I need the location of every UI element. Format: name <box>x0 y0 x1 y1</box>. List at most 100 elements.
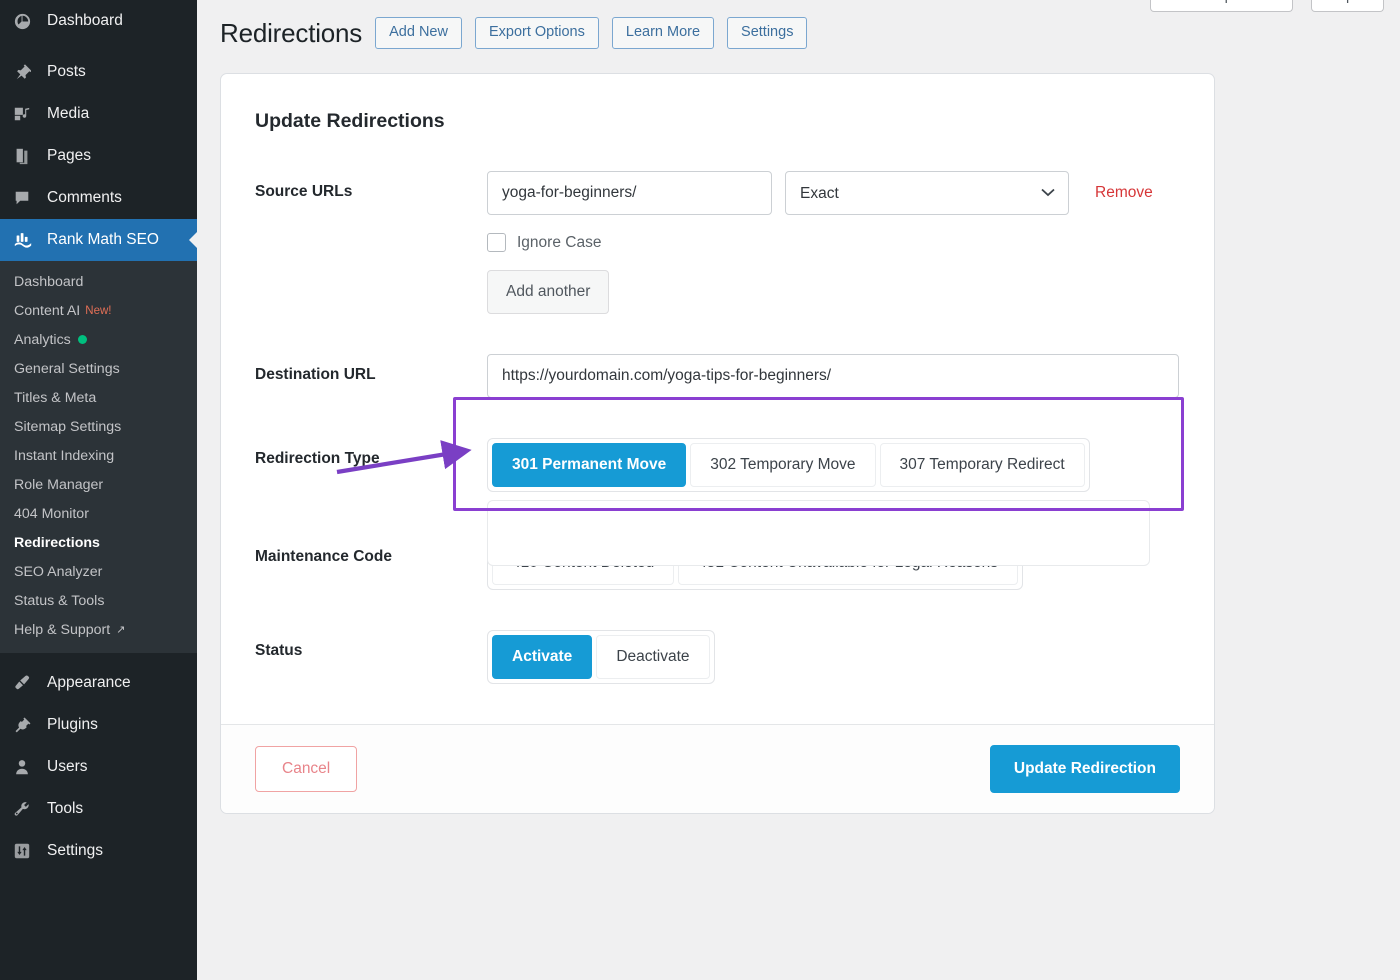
sidebar-subitem-label: General Settings <box>14 360 120 377</box>
external-link-icon: ↗ <box>116 624 126 636</box>
sidebar-item-label: Comments <box>47 189 122 206</box>
sidebar-item-settings[interactable]: Settings <box>0 830 197 872</box>
sidebar-item-label: Posts <box>47 63 86 80</box>
pin-icon <box>13 62 39 82</box>
sidebar-item-label: Media <box>47 105 90 122</box>
sidebar-item-plugins[interactable]: Plugins <box>0 704 197 746</box>
sidebar-subitem-label: Analytics <box>14 331 71 348</box>
sidebar-top-group: Dashboard Posts Media Pages Comments Ran… <box>0 0 197 261</box>
user-icon <box>13 757 39 777</box>
sidebar-subitem-label: Instant Indexing <box>14 447 115 464</box>
comment-icon <box>13 188 39 208</box>
sidebar-item-dashboard[interactable]: Dashboard <box>0 0 197 42</box>
sidebar-subitem-redirections[interactable]: Redirections <box>0 528 197 557</box>
obscured-option-group <box>487 500 1150 566</box>
card-footer: Cancel Update Redirection <box>221 724 1214 813</box>
cancel-button[interactable]: Cancel <box>255 746 358 792</box>
sidebar-item-label: Rank Math SEO <box>47 231 159 248</box>
sidebar-item-posts[interactable]: Posts <box>0 51 197 93</box>
page-title: Redirections <box>220 17 363 48</box>
sidebar-divider <box>0 42 197 51</box>
source-url-input[interactable] <box>487 171 772 215</box>
sidebar-subitem-label: SEO Analyzer <box>14 563 103 580</box>
learn-more-button[interactable]: Learn More <box>611 16 715 50</box>
sidebar-subitem-titles-meta[interactable]: Titles & Meta <box>0 383 197 412</box>
destination-url-input[interactable] <box>487 354 1179 398</box>
sidebar-item-label: Appearance <box>47 674 131 691</box>
update-redirections-card: Update Redirections Source URLs Exact <box>220 73 1215 814</box>
sidebar-item-pages[interactable]: Pages <box>0 135 197 177</box>
status-group: Activate Deactivate <box>487 630 715 684</box>
status-row: Status Activate Deactivate <box>255 630 1180 684</box>
sidebar-subitem-general-settings[interactable]: General Settings <box>0 354 197 383</box>
sidebar-subitem-instant-indexing[interactable]: Instant Indexing <box>0 441 197 470</box>
maintenance-code-label: Maintenance Code <box>255 548 392 565</box>
update-redirection-button[interactable]: Update Redirection <box>989 745 1180 793</box>
ignore-case-row: Ignore Case <box>487 233 1180 252</box>
sidebar-subitem-analytics[interactable]: Analytics <box>0 325 197 354</box>
sliders-icon <box>13 841 39 861</box>
sidebar-item-users[interactable]: Users <box>0 746 197 788</box>
sidebar-item-label: Settings <box>47 842 104 859</box>
redirect-302-button[interactable]: 302 Temporary Move <box>690 443 876 487</box>
sidebar-subitem-label: Dashboard <box>14 273 84 290</box>
match-type-select-wrapper: Exact <box>785 171 1069 215</box>
sidebar-subitem-label: Status & Tools <box>14 592 105 609</box>
dashboard-icon <box>13 11 39 31</box>
sidebar-subitem-dashboard[interactable]: Dashboard <box>0 267 197 296</box>
remove-source-url-link[interactable]: Remove <box>1095 184 1153 202</box>
card-title: Update Redirections <box>255 110 445 132</box>
sidebar-subitem-help-support[interactable]: Help & Support ↗ <box>0 615 197 644</box>
chevron-down-icon: ▼ <box>1361 0 1371 2</box>
admin-sidebar: Dashboard Posts Media Pages Comments Ran… <box>0 0 197 980</box>
sidebar-item-media[interactable]: Media <box>0 93 197 135</box>
status-field: Activate Deactivate <box>487 630 1180 684</box>
sidebar-subitem-status-tools[interactable]: Status & Tools <box>0 586 197 615</box>
activate-button[interactable]: Activate <box>492 635 593 679</box>
new-badge: New! <box>85 304 112 317</box>
ignore-case-label: Ignore Case <box>517 233 602 251</box>
pages-icon <box>13 146 39 166</box>
redirection-type-stack: 301 Permanent Move 302 Temporary Move 30… <box>336 397 1184 511</box>
redirection-type-group: 301 Permanent Move 302 Temporary Move 30… <box>487 438 1090 492</box>
sidebar-subitem-sitemap-settings[interactable]: Sitemap Settings <box>0 412 197 441</box>
plug-icon <box>13 715 39 735</box>
sidebar-item-label: Plugins <box>47 716 98 733</box>
match-type-select[interactable]: Exact <box>785 171 1069 215</box>
sidebar-subitem-content-ai[interactable]: Content AI New! <box>0 296 197 325</box>
sidebar-item-label: Users <box>47 758 88 775</box>
status-dot-icon <box>77 335 87 344</box>
settings-button[interactable]: Settings <box>727 16 808 50</box>
media-icon <box>13 104 39 124</box>
sidebar-item-rank-math-seo[interactable]: Rank Math SEO <box>0 219 197 261</box>
sidebar-item-comments[interactable]: Comments <box>0 177 197 219</box>
rank-math-submenu: Dashboard Content AI New! Analytics Gene… <box>0 261 197 653</box>
sidebar-subitem-label: Titles & Meta <box>14 389 97 406</box>
redirect-307-button[interactable]: 307 Temporary Redirect <box>879 443 1085 487</box>
export-options-button[interactable]: Export Options <box>474 16 599 50</box>
source-urls-row: Source URLs Exact <box>255 171 1180 314</box>
help-button[interactable]: Help ▼ <box>1311 0 1384 12</box>
sidebar-divider <box>0 653 197 662</box>
wrench-icon <box>13 799 39 819</box>
source-urls-label: Source URLs <box>255 183 353 200</box>
sidebar-subitem-role-manager[interactable]: Role Manager <box>0 470 197 499</box>
status-label: Status <box>255 642 303 659</box>
main-content: Screen Options ▼ Help ▼ Redirections Add… <box>197 0 1400 980</box>
sidebar-item-label: Dashboard <box>47 12 123 29</box>
deactivate-button[interactable]: Deactivate <box>596 635 710 679</box>
sidebar-item-appearance[interactable]: Appearance <box>0 662 197 704</box>
screen-options-button[interactable]: Screen Options ▼ <box>1150 0 1294 12</box>
add-another-button[interactable]: Add another <box>487 270 610 314</box>
add-new-button[interactable]: Add New <box>375 16 462 50</box>
chevron-down-icon: ▼ <box>1270 0 1280 2</box>
sidebar-item-tools[interactable]: Tools <box>0 788 197 830</box>
destination-url-field <box>487 354 1180 398</box>
sidebar-subitem-404-monitor[interactable]: 404 Monitor <box>0 499 197 528</box>
sidebar-subitem-label: Help & Support <box>14 621 111 638</box>
ignore-case-checkbox[interactable] <box>487 233 506 252</box>
rank-math-icon <box>13 230 39 250</box>
brush-icon <box>13 673 39 693</box>
sidebar-subitem-seo-analyzer[interactable]: SEO Analyzer <box>0 557 197 586</box>
redirect-301-button[interactable]: 301 Permanent Move <box>492 443 687 487</box>
